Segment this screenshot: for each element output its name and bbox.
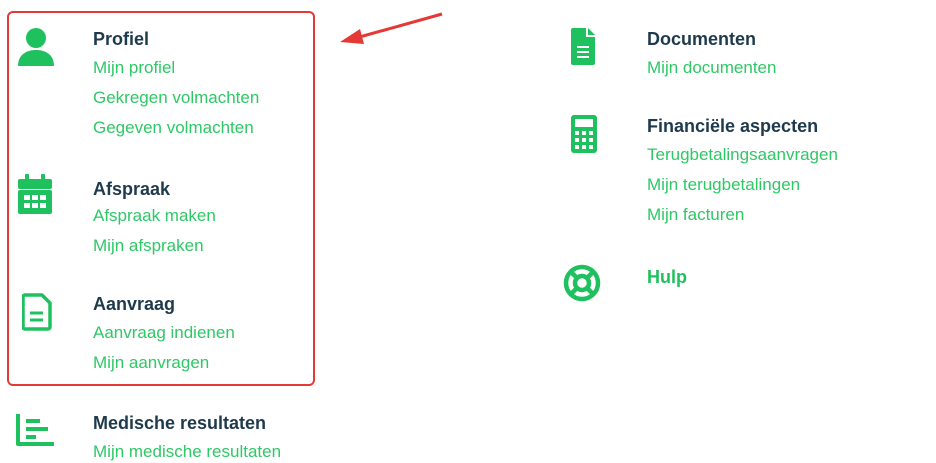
calculator-icon	[571, 115, 597, 153]
link-mijn-documenten[interactable]: Mijn documenten	[647, 57, 776, 79]
link-mijn-afspraken[interactable]: Mijn afspraken	[93, 235, 204, 257]
document-outline-icon	[22, 293, 52, 331]
calendar-icon	[18, 174, 52, 214]
link-mijn-terugbetalingen[interactable]: Mijn terugbetalingen	[647, 174, 800, 196]
documenten-title: Documenten	[647, 29, 757, 49]
link-mijn-profiel[interactable]: Mijn profiel	[93, 57, 175, 79]
hulp-title[interactable]: Hulp	[647, 266, 687, 288]
link-aanvraag-indienen[interactable]: Aanvraag indienen	[93, 322, 235, 344]
financiele-aspecten-title: Financiële aspecten	[647, 116, 819, 136]
red-arrow-annotation	[330, 8, 450, 53]
link-gegeven-volmachten[interactable]: Gegeven volmachten	[93, 117, 254, 139]
link-gekregen-volmachten[interactable]: Gekregen volmachten	[93, 87, 259, 109]
user-icon	[18, 28, 54, 68]
chart-icon	[16, 414, 56, 446]
aanvraag-title: Aanvraag	[93, 294, 176, 314]
link-mijn-facturen[interactable]: Mijn facturen	[647, 204, 744, 226]
link-mijn-aanvragen[interactable]: Mijn aanvragen	[93, 352, 209, 374]
profiel-title: Profiel	[93, 29, 150, 49]
link-mijn-medische-resultaten[interactable]: Mijn medische resultaten	[93, 441, 281, 463]
link-afspraak-maken[interactable]: Afspraak maken	[93, 205, 216, 227]
afspraak-title: Afspraak	[93, 179, 171, 199]
medische-resultaten-title: Medische resultaten	[93, 413, 267, 433]
link-terugbetalingsaanvragen[interactable]: Terugbetalingsaanvragen	[647, 144, 838, 166]
lifebuoy-icon	[562, 263, 602, 303]
file-icon	[571, 28, 595, 66]
